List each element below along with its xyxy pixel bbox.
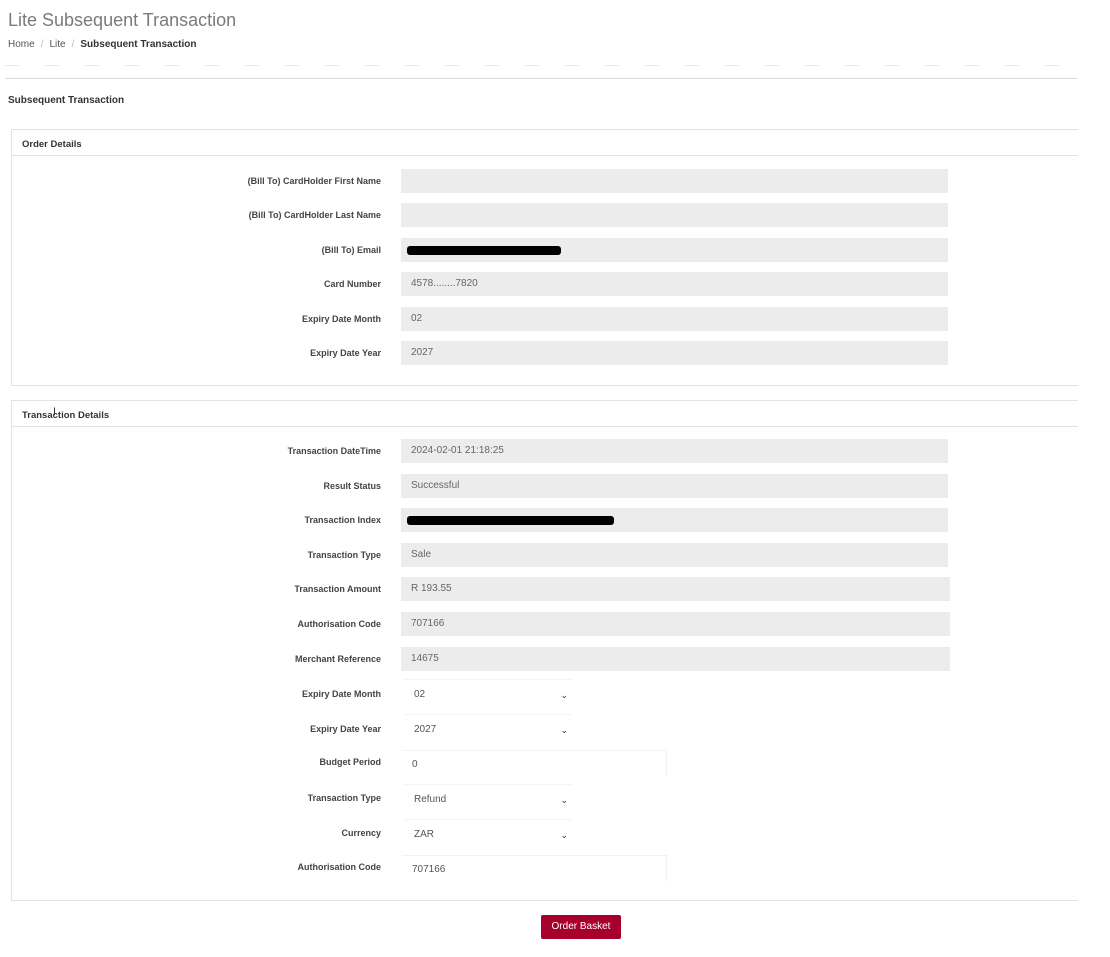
authorisation-code-field[interactable]: 707166: [401, 612, 950, 636]
chevron-down-icon: ⌄: [560, 725, 568, 735]
transaction-type-select-label: Transaction Type: [307, 793, 381, 803]
authorisation-code-input[interactable]: 707166: [402, 855, 667, 881]
form-row: Transaction Type Refund ⌄: [12, 784, 1078, 814]
form-row: (Bill To) CardHolder Last Name: [12, 203, 1078, 227]
authorisation-code-label: Authorisation Code: [297, 619, 382, 629]
merchant-reference-field[interactable]: 14675: [401, 647, 950, 671]
card-number-label: Card Number: [323, 279, 381, 289]
transaction-index-label: Transaction Index: [304, 515, 381, 525]
budget-period-input[interactable]: 0: [402, 750, 667, 776]
chevron-down-icon: ⌄: [560, 795, 568, 805]
form-row: Transaction Type Sale: [12, 543, 1078, 567]
last-name-field[interactable]: [401, 203, 948, 227]
budget-period-label: Budget Period: [319, 757, 381, 767]
expiry-month-label: Expiry Date Month: [301, 314, 381, 324]
email-field[interactable]: [401, 238, 948, 262]
currency-select-label: Currency: [341, 828, 381, 838]
expiry-year-select-label: Expiry Date Year: [310, 724, 381, 734]
breadcrumb-lite[interactable]: Lite: [49, 39, 65, 50]
divider: [5, 78, 1077, 79]
authorisation-code-input-label: Authorisation Code: [297, 862, 382, 872]
order-details-panel: Order Details (Bill To) CardHolder First…: [11, 129, 1078, 386]
form-row: Card Number 4578........7820: [12, 272, 1078, 296]
transaction-index-field[interactable]: [401, 508, 948, 532]
form-row: Transaction Index: [12, 508, 1078, 532]
chevron-down-icon: ⌄: [560, 830, 568, 840]
form-row: Expiry Date Year 2027: [12, 341, 1078, 365]
expiry-month-select-value: 02: [414, 689, 426, 700]
order-details-title: Order Details: [12, 130, 1078, 156]
expiry-year-label: Expiry Date Year: [310, 348, 381, 358]
breadcrumb-current: Subsequent Transaction: [80, 39, 197, 50]
expiry-year-select-value: 2027: [414, 724, 437, 735]
form-row: (Bill To) CardHolder First Name: [12, 169, 1078, 193]
form-row: Currency ZAR ⌄: [12, 819, 1078, 849]
email-label: (Bill To) Email: [321, 245, 381, 255]
breadcrumb: Home / Lite / Subsequent Transaction: [8, 39, 197, 50]
chevron-down-icon: ⌄: [560, 690, 568, 700]
divider: [5, 65, 1077, 66]
card-number-field[interactable]: 4578........7820: [401, 272, 948, 296]
form-row: Result Status Successful: [12, 474, 1078, 498]
last-name-label: (Bill To) CardHolder Last Name: [248, 210, 381, 220]
currency-select-value: ZAR: [414, 829, 434, 840]
expiry-month-field[interactable]: 02: [401, 307, 948, 331]
transaction-datetime-label: Transaction DateTime: [287, 446, 381, 456]
transaction-details-title: Transaction Details: [12, 401, 1078, 427]
expiry-month-select[interactable]: 02 ⌄: [404, 679, 572, 709]
section-title: Subsequent Transaction: [8, 95, 125, 106]
first-name-label: (Bill To) CardHolder First Name: [247, 176, 381, 186]
redaction-mark: [407, 516, 614, 525]
merchant-reference-label: Merchant Reference: [294, 654, 381, 664]
text-cursor-icon: I: [53, 406, 57, 418]
page-title: Lite Subsequent Transaction: [8, 10, 237, 30]
transaction-amount-field[interactable]: R 193.55: [401, 577, 950, 601]
expiry-year-select[interactable]: 2027 ⌄: [404, 714, 572, 744]
form-row: (Bill To) Email: [12, 238, 1078, 262]
redaction-mark: [407, 246, 561, 255]
result-status-label: Result Status: [323, 481, 381, 491]
transaction-type-select[interactable]: Refund ⌄: [404, 784, 572, 814]
breadcrumb-home[interactable]: Home: [8, 39, 35, 50]
form-row: Transaction Amount R 193.55: [12, 577, 1078, 601]
form-row: Expiry Date Month 02 ⌄: [12, 679, 1078, 709]
form-row: Budget Period 0: [12, 750, 1078, 776]
first-name-field[interactable]: [401, 169, 948, 193]
form-row: Authorisation Code 707166: [12, 612, 1078, 636]
order-basket-button[interactable]: Order Basket: [541, 915, 621, 939]
form-row: Expiry Date Month 02: [12, 307, 1078, 331]
form-row: Merchant Reference 14675: [12, 647, 1078, 671]
transaction-amount-label: Transaction Amount: [294, 584, 381, 594]
result-status-field[interactable]: Successful: [401, 474, 948, 498]
transaction-details-panel: Transaction Details Transaction DateTime…: [11, 400, 1078, 901]
currency-select[interactable]: ZAR ⌄: [404, 819, 572, 849]
transaction-type-field[interactable]: Sale: [401, 543, 948, 567]
form-row: Transaction DateTime 2024-02-01 21:18:25: [12, 439, 1078, 463]
transaction-type-label: Transaction Type: [307, 550, 381, 560]
expiry-year-field[interactable]: 2027: [401, 341, 948, 365]
form-row: Authorisation Code 707166: [12, 855, 1078, 881]
form-row: Expiry Date Year 2027 ⌄: [12, 714, 1078, 744]
transaction-datetime-field[interactable]: 2024-02-01 21:18:25: [401, 439, 948, 463]
transaction-type-select-value: Refund: [414, 794, 447, 805]
expiry-month-select-label: Expiry Date Month: [301, 689, 381, 699]
